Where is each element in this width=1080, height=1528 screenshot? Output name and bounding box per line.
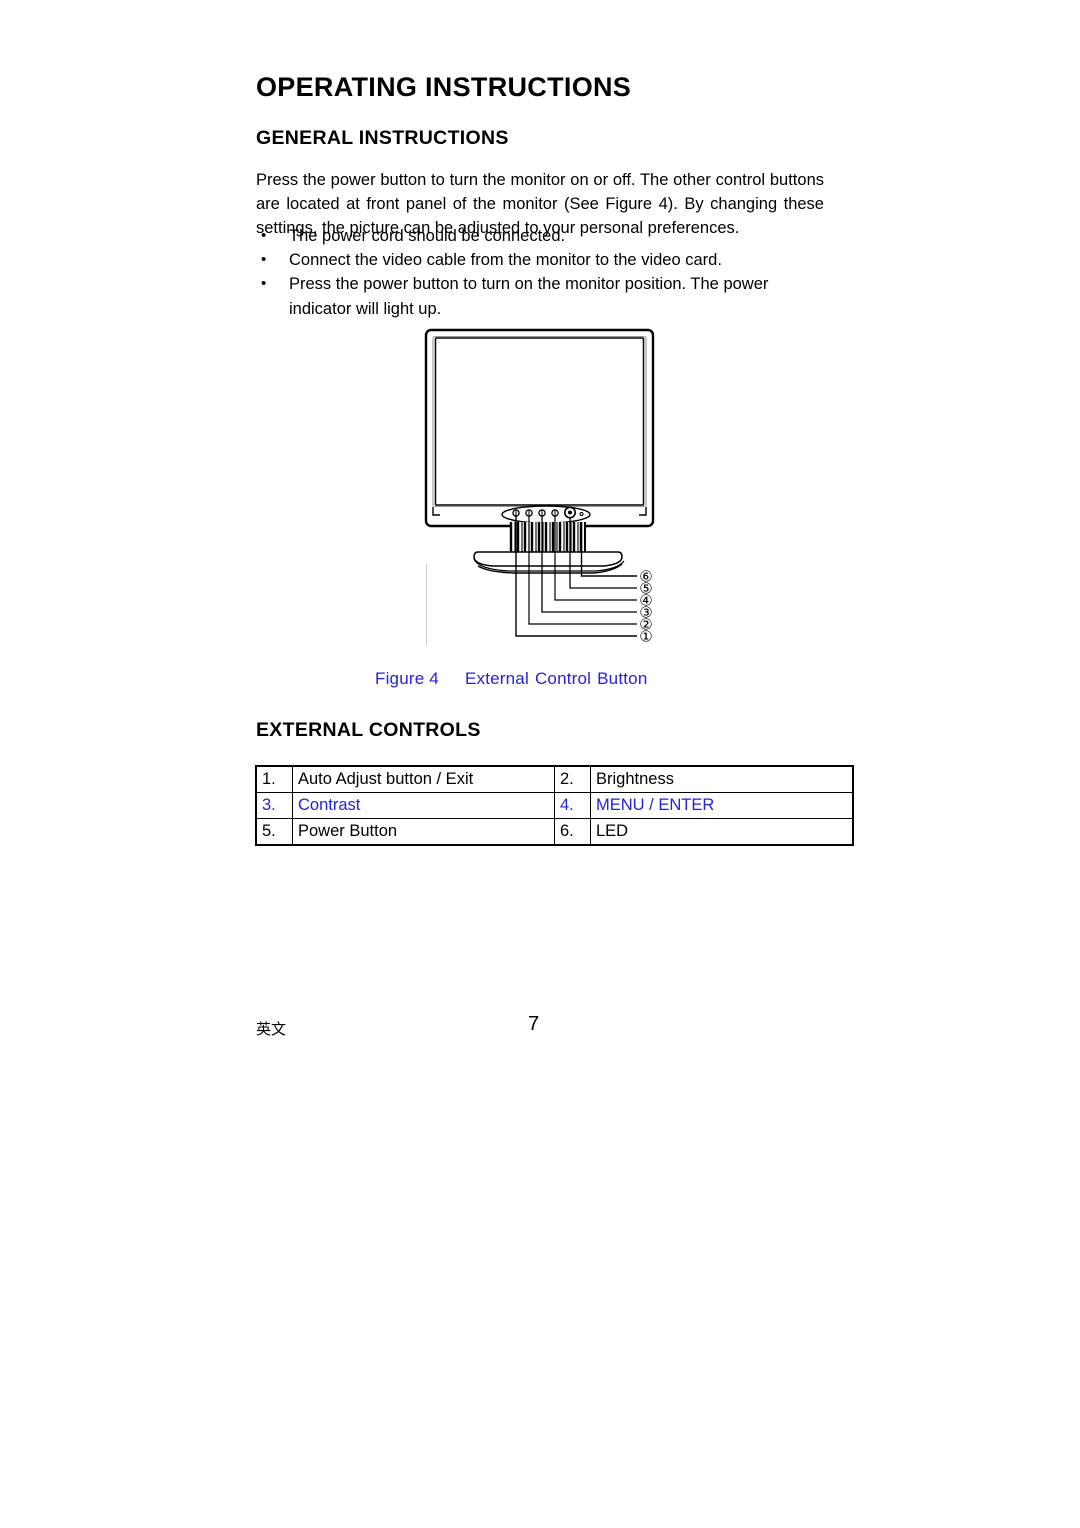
table-cell-label: Contrast: [292, 792, 555, 819]
table-cell-number: 5.: [255, 818, 293, 846]
table-cell-number: 3.: [255, 792, 293, 819]
list-item: • The power cord should be connected.: [256, 224, 826, 248]
callout-marker-1: ①: [639, 628, 652, 646]
figure-caption-label: Figure 4: [375, 669, 439, 688]
table-cell-number: 1.: [255, 765, 293, 793]
list-item: • Connect the video cable from the monit…: [256, 248, 826, 272]
page-number: 7: [528, 1013, 540, 1035]
section-heading-external-controls: EXTERNAL CONTROLS: [256, 719, 481, 741]
table-cell-label: LED: [590, 818, 854, 846]
led-indicator-6: [579, 511, 584, 517]
table-cell-number: 6.: [554, 818, 591, 846]
table-row: 5. Power Button 6. LED: [255, 818, 854, 846]
bullet-dot-icon: •: [261, 275, 267, 293]
callout-number-markers: ⑥ ⑤ ④ ③ ② ①: [639, 568, 652, 646]
list-item: • Press the power button to turn on the …: [256, 272, 826, 320]
list-item-text: The power cord should be connected.: [289, 227, 566, 245]
general-instructions-bullet-list: • The power cord should be connected. • …: [256, 224, 826, 321]
figure-caption-word-button: Button: [597, 669, 648, 688]
external-controls-table: 1. Auto Adjust button / Exit 2. Brightne…: [255, 765, 854, 846]
figure-caption-word-control: Control: [534, 669, 592, 688]
list-item-text: Press the power button to turn on the mo…: [289, 275, 769, 318]
table-cell-label: MENU / ENTER: [590, 792, 854, 819]
monitor-screen: [434, 337, 645, 506]
footer-language-mark: 英文: [256, 1020, 287, 1038]
table-row: 1. Auto Adjust button / Exit 2. Brightne…: [255, 765, 854, 793]
monitor-neck: [509, 522, 586, 552]
button-5-power-center: [568, 510, 572, 515]
table-row: 3. Contrast 4. MENU / ENTER: [255, 792, 854, 819]
monitor-diagram-svg: ⑥ ⑤ ④ ③ ② ①: [424, 328, 655, 646]
table-cell-number: 4.: [554, 792, 591, 819]
table-cell-number: 2.: [554, 765, 591, 793]
bullet-dot-icon: •: [261, 227, 267, 244]
section-heading-general-instructions: GENERAL INSTRUCTIONS: [256, 127, 509, 149]
figure-caption: Figure 4 External Control Button: [375, 669, 648, 689]
callout-line-6: [580, 522, 637, 577]
page-title: OPERATING INSTRUCTIONS: [256, 72, 632, 102]
table-cell-label: Auto Adjust button / Exit: [292, 765, 555, 793]
bullet-dot-icon: •: [261, 251, 267, 269]
figure-caption-word-external: External: [464, 669, 529, 688]
document-page: OPERATING INSTRUCTIONS GENERAL INSTRUCTI…: [0, 0, 1080, 1528]
table-cell-label: Power Button: [292, 818, 555, 846]
table-cell-label: Brightness: [590, 765, 854, 793]
list-item-text: Connect the video cable from the monitor…: [289, 251, 722, 270]
figure-external-control-button: ⑥ ⑤ ④ ③ ② ①: [418, 326, 678, 646]
monitor-stand-base: [473, 551, 625, 574]
